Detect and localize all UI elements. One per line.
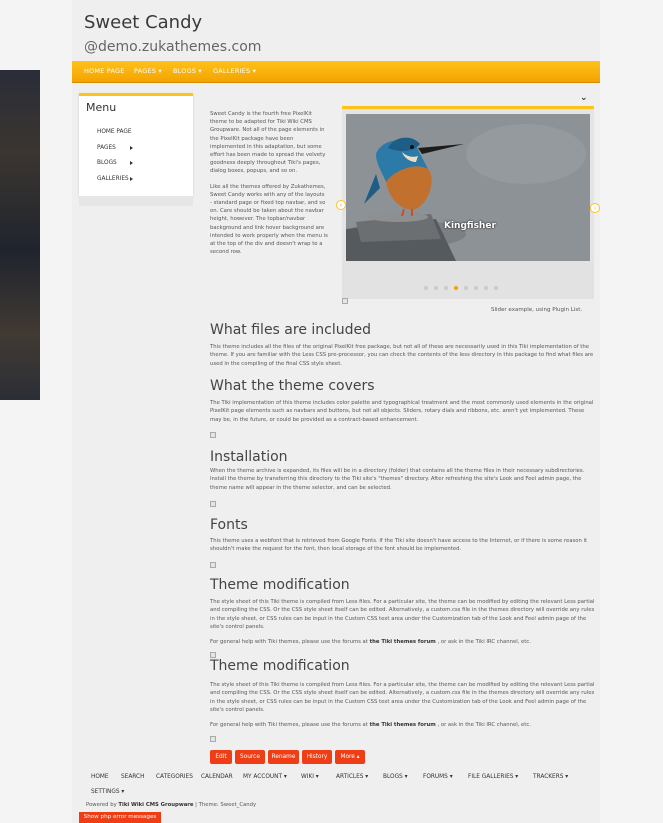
- themes-forum-link[interactable]: the Tiki themes forum: [370, 722, 436, 728]
- slider-dot[interactable]: [464, 286, 468, 290]
- bottom-nav-trackers[interactable]: TRACKERS ▾: [533, 774, 568, 780]
- nav-home-page[interactable]: HOME PAGE: [84, 67, 125, 75]
- bottom-nav-wiki[interactable]: WIKI ▾: [301, 774, 319, 780]
- menu-item-galleries[interactable]: GALLERIES: [97, 176, 129, 182]
- powered-by: Powered by Tiki Wiki CMS Groupware | The…: [86, 802, 256, 808]
- broken-image-icon: [342, 298, 348, 304]
- broken-image-icon: [210, 432, 216, 438]
- broken-image-icon: [210, 736, 216, 742]
- bottom-nav-calendar[interactable]: CALENDAR: [201, 774, 233, 780]
- history-button[interactable]: History: [302, 750, 332, 764]
- section-text-modification: The style sheet of this Tiki theme is co…: [210, 599, 595, 631]
- rename-button[interactable]: Rename: [268, 750, 299, 764]
- kingfisher-image: [346, 114, 590, 261]
- broken-image-icon: [210, 501, 216, 507]
- slider-dot[interactable]: [434, 286, 438, 290]
- nav-pages[interactable]: PAGES ▾: [134, 67, 162, 75]
- nav-blogs[interactable]: BLOGS ▾: [173, 67, 202, 75]
- edit-button[interactable]: Edit: [210, 750, 232, 764]
- slider-next-arrow-icon[interactable]: ›: [590, 203, 600, 213]
- intro-paragraph-2: Like all the themes offered by Zukatheme…: [210, 183, 328, 256]
- slider-caption: Kingfisher: [444, 221, 496, 231]
- bottom-nav-file-galleries[interactable]: FILE GALLERIES ▾: [468, 774, 518, 780]
- slider-dot[interactable]: [484, 286, 488, 290]
- image-slider: [342, 106, 594, 299]
- section-heading-covers: What the theme covers: [210, 378, 375, 394]
- bottom-nav-forums[interactable]: FORUMS ▾: [423, 774, 453, 780]
- site-subtitle: @demo.zukathemes.com: [84, 39, 262, 55]
- slider-controls-bar: [342, 261, 594, 299]
- bottom-nav-home[interactable]: HOME: [91, 774, 109, 780]
- nav-galleries[interactable]: GALLERIES ▾: [213, 67, 256, 75]
- bottom-nav-blogs[interactable]: BLOGS ▾: [383, 774, 408, 780]
- intro-paragraph-1: Sweet Candy is the fourth free PixelKit …: [210, 111, 326, 175]
- help-line: For general help with Tiki themes, pleas…: [210, 638, 596, 646]
- section-heading-fonts: Fonts: [210, 517, 248, 533]
- section-text-fonts: This theme uses a webfont that is retrie…: [210, 538, 588, 553]
- background-photo-strip: [0, 70, 40, 400]
- menu-shadow: [79, 196, 193, 206]
- bottom-nav-categories[interactable]: CATEGORIES: [156, 774, 193, 780]
- caret-right-icon[interactable]: [130, 146, 133, 150]
- bottom-nav-search[interactable]: SEARCH: [121, 774, 144, 780]
- menu-item-blogs[interactable]: BLOGS: [97, 160, 117, 166]
- slider-note: Slider example, using Plugin List.: [491, 307, 583, 313]
- source-button[interactable]: Source: [235, 750, 265, 764]
- section-text-modification-2: The style sheet of this Tiki theme is co…: [210, 682, 595, 714]
- section-heading-modification-2: Theme modification: [210, 658, 350, 674]
- site-title[interactable]: Sweet Candy: [84, 12, 202, 33]
- slider-dot-active[interactable]: [454, 286, 458, 290]
- section-heading-installation: Installation: [210, 449, 288, 465]
- bottom-nav-my-account[interactable]: MY ACCOUNT ▾: [243, 774, 287, 780]
- help-text-end: , or ask in the Tiki IRC channel, etc.: [435, 639, 531, 645]
- help-text: For general help with Tiki themes, pleas…: [210, 639, 370, 645]
- show-php-errors-button[interactable]: Show php error messages: [79, 812, 161, 823]
- section-text-files: This theme includes all the files of the…: [210, 344, 594, 367]
- menu-item-pages[interactable]: PAGES: [97, 145, 116, 151]
- section-text-installation: When the theme archive is expanded, its …: [210, 468, 585, 491]
- theme-name: | Theme: Sweet_Candy: [193, 802, 257, 808]
- section-heading-modification: Theme modification: [210, 577, 350, 593]
- menu-title: Menu: [86, 101, 117, 114]
- slider-dot[interactable]: [444, 286, 448, 290]
- caret-right-icon[interactable]: [130, 161, 133, 165]
- caret-right-icon[interactable]: [130, 177, 133, 181]
- top-navbar: HOME PAGE PAGES ▾ BLOGS ▾ GALLERIES ▾: [72, 61, 600, 83]
- help-text-end: , or ask in the Tiki IRC channel, etc.: [435, 722, 531, 728]
- section-text-covers: The Tiki implementation of this theme in…: [210, 400, 594, 423]
- slider-dot[interactable]: [474, 286, 478, 290]
- slider-dot[interactable]: [424, 286, 428, 290]
- slider-prev-arrow-icon[interactable]: ‹: [336, 200, 346, 210]
- tiki-link[interactable]: Tiki Wiki CMS Groupware: [118, 802, 193, 808]
- slider-dot[interactable]: [494, 286, 498, 290]
- more-button[interactable]: More ▴: [335, 750, 365, 764]
- powered-prefix: Powered by: [86, 802, 119, 808]
- broken-image-icon: [210, 562, 216, 568]
- chevron-down-icon[interactable]: ⌄: [580, 93, 588, 103]
- bottom-nav-articles[interactable]: ARTICLES ▾: [336, 774, 368, 780]
- menu-item-home-page[interactable]: HOME PAGE: [97, 129, 132, 135]
- themes-forum-link[interactable]: the Tiki themes forum: [370, 639, 436, 645]
- section-heading-files: What files are included: [210, 322, 371, 338]
- help-text: For general help with Tiki themes, pleas…: [210, 722, 370, 728]
- help-line: For general help with Tiki themes, pleas…: [210, 721, 596, 729]
- intro-text: Sweet Candy is the fourth free PixelKit …: [210, 110, 328, 263]
- kingfisher-illustration: [346, 114, 590, 261]
- bottom-nav-settings[interactable]: SETTINGS ▾: [91, 789, 124, 795]
